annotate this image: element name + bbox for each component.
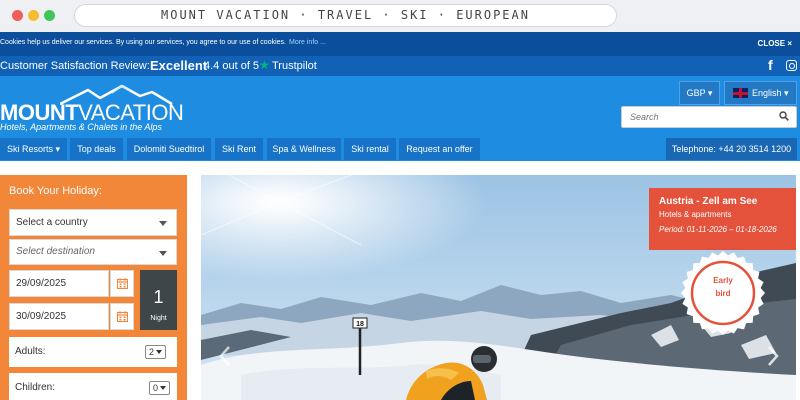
currency-selector[interactable]: GBP ▾ xyxy=(679,81,720,105)
maximize-window-button[interactable] xyxy=(44,10,55,21)
review-rating-word[interactable]: Excellent xyxy=(150,58,207,73)
search-icon[interactable] xyxy=(779,111,789,121)
cookie-more-info-link[interactable]: More info ... xyxy=(289,39,326,46)
badge-line-2: bird xyxy=(715,289,731,298)
close-window-button[interactable] xyxy=(12,10,23,21)
trustpilot-star-icon: ★ xyxy=(259,58,270,72)
main-nav: Ski Resorts ▾ Top deals Dolomiti Suedtir… xyxy=(0,138,800,161)
country-select-value: Select a country xyxy=(16,217,88,228)
destination-select-value: Select destination xyxy=(16,246,95,257)
children-row: Children: 0 xyxy=(9,373,177,400)
adults-row: Adults: 2 xyxy=(9,337,177,367)
logo-tagline: Hotels, Apartments & Chalets in the Alps xyxy=(0,122,162,132)
booking-title: Book Your Holiday: xyxy=(9,185,102,197)
hero-next-arrow-icon[interactable] xyxy=(766,345,780,367)
language-label: English ▾ xyxy=(752,88,789,98)
cookie-message-container: Cookies help us deliver our services. By… xyxy=(0,39,326,46)
adults-select[interactable]: 2 xyxy=(145,345,166,359)
nav-ski-resorts[interactable]: Ski Resorts ▾ xyxy=(0,138,67,160)
badge-line-1: Early xyxy=(713,276,733,285)
cookie-message: Cookies help us deliver our services. By… xyxy=(0,39,286,46)
checkin-calendar-button[interactable] xyxy=(110,270,134,297)
promo-subtitle: Hotels & apartments xyxy=(659,210,732,219)
nav-ski-rental[interactable]: Ski rental xyxy=(344,138,396,160)
children-select[interactable]: 0 xyxy=(149,381,170,395)
promo-period: Period: 01-11-2026 – 01-18-2026 xyxy=(659,225,777,234)
browser-chrome: MOUNT VACATION · TRAVEL · SKI · EUROPEAN xyxy=(0,0,800,32)
review-strip: Customer Satisfaction Review: Excellent … xyxy=(0,56,800,76)
chevron-down-icon xyxy=(159,251,167,256)
nav-spa-wellness[interactable]: Spa & Wellness xyxy=(267,138,341,160)
checkin-date-input[interactable]: 29/09/2025 xyxy=(9,270,109,297)
destination-select[interactable]: Select destination xyxy=(9,239,177,265)
facebook-icon[interactable]: f xyxy=(768,57,773,73)
phone-number[interactable]: Telephone: +44 20 3514 1200 xyxy=(666,138,797,160)
review-score[interactable]: 4.4 out of 5 xyxy=(204,60,259,72)
nav-dolomiti-suedtirol[interactable]: Dolomiti Suedtirol xyxy=(127,138,211,160)
checkin-date-value: 29/09/2025 xyxy=(16,278,67,289)
site-header: MOUNTVACATION Hotels, Apartments & Chale… xyxy=(0,76,800,138)
early-bird-badge-text[interactable]: Early bird xyxy=(680,274,766,300)
trustpilot-link[interactable]: Trustpilot xyxy=(272,60,317,72)
checkout-calendar-button[interactable] xyxy=(110,303,134,330)
nav-ski-rent[interactable]: Ski Rent xyxy=(215,138,263,160)
country-select[interactable]: Select a country xyxy=(9,209,177,236)
promo-box[interactable]: Austria - Zell am See Hotels & apartment… xyxy=(649,188,796,250)
adults-label: Adults: xyxy=(15,346,46,357)
checkout-date-value: 30/09/2025 xyxy=(16,311,67,322)
nights-label: Night xyxy=(150,315,167,322)
review-label: Customer Satisfaction Review: xyxy=(0,60,150,72)
chevron-down-icon xyxy=(159,221,167,226)
calendar-icon xyxy=(117,278,128,289)
pole-marker-number: 18 xyxy=(356,321,364,328)
minimize-window-button[interactable] xyxy=(28,10,39,21)
cookie-close-button[interactable]: CLOSE × xyxy=(758,39,792,48)
nav-request-offer[interactable]: Request an offer xyxy=(399,138,480,160)
nights-counter: 1 Night xyxy=(140,270,177,330)
promo-title: Austria - Zell am See xyxy=(659,196,758,207)
instagram-icon[interactable] xyxy=(786,60,797,71)
address-bar[interactable]: MOUNT VACATION · TRAVEL · SKI · EUROPEAN xyxy=(74,4,617,27)
nav-top-deals[interactable]: Top deals xyxy=(70,138,123,160)
hero-prev-arrow-icon[interactable] xyxy=(218,345,232,367)
nights-count: 1 xyxy=(153,287,164,307)
cookie-banner: Cookies help us deliver our services. By… xyxy=(0,32,800,56)
checkout-date-input[interactable]: 30/09/2025 xyxy=(9,303,109,330)
language-selector[interactable]: English ▾ xyxy=(724,81,797,105)
uk-flag-icon xyxy=(733,88,748,98)
calendar-icon xyxy=(117,311,128,322)
children-label: Children: xyxy=(15,382,56,393)
search-input[interactable] xyxy=(621,106,797,128)
